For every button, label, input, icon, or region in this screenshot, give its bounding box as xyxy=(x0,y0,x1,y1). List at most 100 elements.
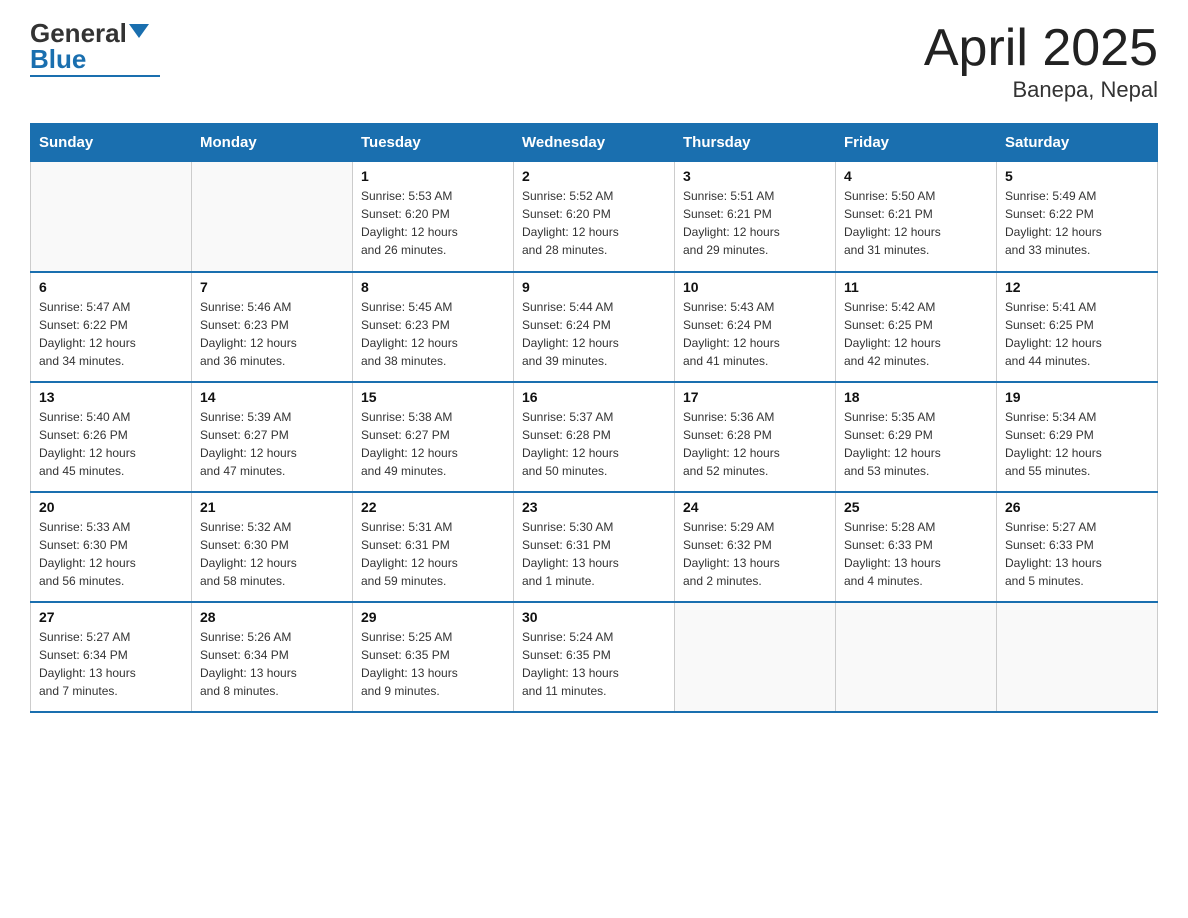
day-cell: 18 Sunrise: 5:35 AM Sunset: 6:29 PM Dayli… xyxy=(836,382,997,492)
day-info: Sunrise: 5:45 AM Sunset: 6:23 PM Dayligh… xyxy=(361,298,505,370)
calendar-body: 1Sunrise: 5:53 AM Sunset: 6:20 PM Daylig… xyxy=(31,162,1158,712)
day-cell: 3 Sunrise: 5:51 AM Sunset: 6:21 PM Daylig… xyxy=(675,162,836,272)
day-info: Sunrise: 5:41 AM Sunset: 6:25 PM Dayligh… xyxy=(1005,298,1149,370)
day-cell: 26 Sunrise: 5:27 AM Sunset: 6:33 PM Dayli… xyxy=(997,492,1158,602)
day-cell xyxy=(31,162,192,272)
calendar-table: SundayMondayTuesdayWednesdayThursdayFrid… xyxy=(30,123,1158,713)
day-info: Sunrise: 5:29 AM Sunset: 6:32 PM Dayligh… xyxy=(683,518,827,590)
day-cell: 22Sunrise: 5:31 AM Sunset: 6:31 PM Dayli… xyxy=(353,492,514,602)
week-row-4: 20Sunrise: 5:33 AM Sunset: 6:30 PM Dayli… xyxy=(31,492,1158,602)
logo-blue-text: Blue xyxy=(30,46,86,72)
day-number: 13 xyxy=(39,389,183,405)
day-info: Sunrise: 5:52 AM Sunset: 6:20 PM Dayligh… xyxy=(522,187,666,259)
day-info: Sunrise: 5:44 AM Sunset: 6:24 PM Dayligh… xyxy=(522,298,666,370)
page-title: April 2025 xyxy=(924,20,1158,77)
day-info: Sunrise: 5:34 AM Sunset: 6:29 PM Dayligh… xyxy=(1005,408,1149,480)
day-number: 27 xyxy=(39,609,183,625)
day-cell: 7Sunrise: 5:46 AM Sunset: 6:23 PM Daylig… xyxy=(192,272,353,382)
day-cell: 12 Sunrise: 5:41 AM Sunset: 6:25 PM Dayli… xyxy=(997,272,1158,382)
day-number: 6 xyxy=(39,279,183,295)
logo-general-text: General xyxy=(30,20,127,46)
day-number: 19 xyxy=(1005,389,1149,405)
day-number: 10 xyxy=(683,279,827,295)
logo: General Blue xyxy=(30,20,160,77)
day-number: 2 xyxy=(522,168,666,184)
day-info: Sunrise: 5:35 AM Sunset: 6:29 PM Dayligh… xyxy=(844,408,988,480)
day-cell: 14 Sunrise: 5:39 AM Sunset: 6:27 PM Dayli… xyxy=(192,382,353,492)
day-number: 26 xyxy=(1005,499,1149,515)
day-info: Sunrise: 5:37 AM Sunset: 6:28 PM Dayligh… xyxy=(522,408,666,480)
day-info: Sunrise: 5:42 AM Sunset: 6:25 PM Dayligh… xyxy=(844,298,988,370)
day-info: Sunrise: 5:43 AM Sunset: 6:24 PM Dayligh… xyxy=(683,298,827,370)
day-cell: 16Sunrise: 5:37 AM Sunset: 6:28 PM Dayli… xyxy=(514,382,675,492)
day-number: 20 xyxy=(39,499,183,515)
day-cell: 20Sunrise: 5:33 AM Sunset: 6:30 PM Dayli… xyxy=(31,492,192,602)
day-info: Sunrise: 5:28 AM Sunset: 6:33 PM Dayligh… xyxy=(844,518,988,590)
logo-triangle-icon xyxy=(129,24,149,38)
day-cell: 15Sunrise: 5:38 AM Sunset: 6:27 PM Dayli… xyxy=(353,382,514,492)
day-cell: 24 Sunrise: 5:29 AM Sunset: 6:32 PM Dayli… xyxy=(675,492,836,602)
day-cell: 29Sunrise: 5:25 AM Sunset: 6:35 PM Dayli… xyxy=(353,602,514,712)
header-cell-wednesday: Wednesday xyxy=(514,124,675,162)
page-subtitle: Banepa, Nepal xyxy=(924,77,1158,103)
day-number: 30 xyxy=(522,609,666,625)
day-number: 15 xyxy=(361,389,505,405)
day-number: 12 xyxy=(1005,279,1149,295)
header-row: SundayMondayTuesdayWednesdayThursdayFrid… xyxy=(31,124,1158,162)
day-cell: 30 Sunrise: 5:24 AM Sunset: 6:35 PM Dayli… xyxy=(514,602,675,712)
week-row-5: 27Sunrise: 5:27 AM Sunset: 6:34 PM Dayli… xyxy=(31,602,1158,712)
day-number: 17 xyxy=(683,389,827,405)
day-info: Sunrise: 5:53 AM Sunset: 6:20 PM Dayligh… xyxy=(361,187,505,259)
day-number: 14 xyxy=(200,389,344,405)
day-cell: 1Sunrise: 5:53 AM Sunset: 6:20 PM Daylig… xyxy=(353,162,514,272)
day-cell: 27Sunrise: 5:27 AM Sunset: 6:34 PM Dayli… xyxy=(31,602,192,712)
week-row-1: 1Sunrise: 5:53 AM Sunset: 6:20 PM Daylig… xyxy=(31,162,1158,272)
day-cell: 6 Sunrise: 5:47 AM Sunset: 6:22 PM Daylig… xyxy=(31,272,192,382)
day-info: Sunrise: 5:50 AM Sunset: 6:21 PM Dayligh… xyxy=(844,187,988,259)
day-cell: 11 Sunrise: 5:42 AM Sunset: 6:25 PM Dayli… xyxy=(836,272,997,382)
day-info: Sunrise: 5:24 AM Sunset: 6:35 PM Dayligh… xyxy=(522,628,666,700)
day-cell: 25 Sunrise: 5:28 AM Sunset: 6:33 PM Dayli… xyxy=(836,492,997,602)
day-number: 11 xyxy=(844,279,988,295)
header-cell-friday: Friday xyxy=(836,124,997,162)
day-cell: 4Sunrise: 5:50 AM Sunset: 6:21 PM Daylig… xyxy=(836,162,997,272)
day-cell: 19 Sunrise: 5:34 AM Sunset: 6:29 PM Dayli… xyxy=(997,382,1158,492)
day-info: Sunrise: 5:31 AM Sunset: 6:31 PM Dayligh… xyxy=(361,518,505,590)
day-cell: 5Sunrise: 5:49 AM Sunset: 6:22 PM Daylig… xyxy=(997,162,1158,272)
day-info: Sunrise: 5:40 AM Sunset: 6:26 PM Dayligh… xyxy=(39,408,183,480)
header-cell-tuesday: Tuesday xyxy=(353,124,514,162)
day-number: 28 xyxy=(200,609,344,625)
day-info: Sunrise: 5:25 AM Sunset: 6:35 PM Dayligh… xyxy=(361,628,505,700)
day-cell: 13 Sunrise: 5:40 AM Sunset: 6:26 PM Dayli… xyxy=(31,382,192,492)
day-cell: 9 Sunrise: 5:44 AM Sunset: 6:24 PM Daylig… xyxy=(514,272,675,382)
day-info: Sunrise: 5:27 AM Sunset: 6:33 PM Dayligh… xyxy=(1005,518,1149,590)
day-info: Sunrise: 5:51 AM Sunset: 6:21 PM Dayligh… xyxy=(683,187,827,259)
logo-underline xyxy=(30,75,160,77)
day-cell: 21Sunrise: 5:32 AM Sunset: 6:30 PM Dayli… xyxy=(192,492,353,602)
day-number: 24 xyxy=(683,499,827,515)
day-cell: 28 Sunrise: 5:26 AM Sunset: 6:34 PM Dayli… xyxy=(192,602,353,712)
day-number: 5 xyxy=(1005,168,1149,184)
day-info: Sunrise: 5:32 AM Sunset: 6:30 PM Dayligh… xyxy=(200,518,344,590)
header-cell-saturday: Saturday xyxy=(997,124,1158,162)
week-row-2: 6 Sunrise: 5:47 AM Sunset: 6:22 PM Daylig… xyxy=(31,272,1158,382)
day-cell: 10 Sunrise: 5:43 AM Sunset: 6:24 PM Dayli… xyxy=(675,272,836,382)
day-info: Sunrise: 5:36 AM Sunset: 6:28 PM Dayligh… xyxy=(683,408,827,480)
day-cell xyxy=(836,602,997,712)
day-info: Sunrise: 5:47 AM Sunset: 6:22 PM Dayligh… xyxy=(39,298,183,370)
day-number: 7 xyxy=(200,279,344,295)
day-number: 3 xyxy=(683,168,827,184)
week-row-3: 13 Sunrise: 5:40 AM Sunset: 6:26 PM Dayli… xyxy=(31,382,1158,492)
day-number: 25 xyxy=(844,499,988,515)
day-info: Sunrise: 5:26 AM Sunset: 6:34 PM Dayligh… xyxy=(200,628,344,700)
day-number: 23 xyxy=(522,499,666,515)
day-number: 9 xyxy=(522,279,666,295)
day-number: 18 xyxy=(844,389,988,405)
calendar-header: SundayMondayTuesdayWednesdayThursdayFrid… xyxy=(31,124,1158,162)
day-cell: 17 Sunrise: 5:36 AM Sunset: 6:28 PM Dayli… xyxy=(675,382,836,492)
day-number: 8 xyxy=(361,279,505,295)
day-cell: 23Sunrise: 5:30 AM Sunset: 6:31 PM Dayli… xyxy=(514,492,675,602)
day-info: Sunrise: 5:39 AM Sunset: 6:27 PM Dayligh… xyxy=(200,408,344,480)
day-cell xyxy=(675,602,836,712)
header-cell-thursday: Thursday xyxy=(675,124,836,162)
